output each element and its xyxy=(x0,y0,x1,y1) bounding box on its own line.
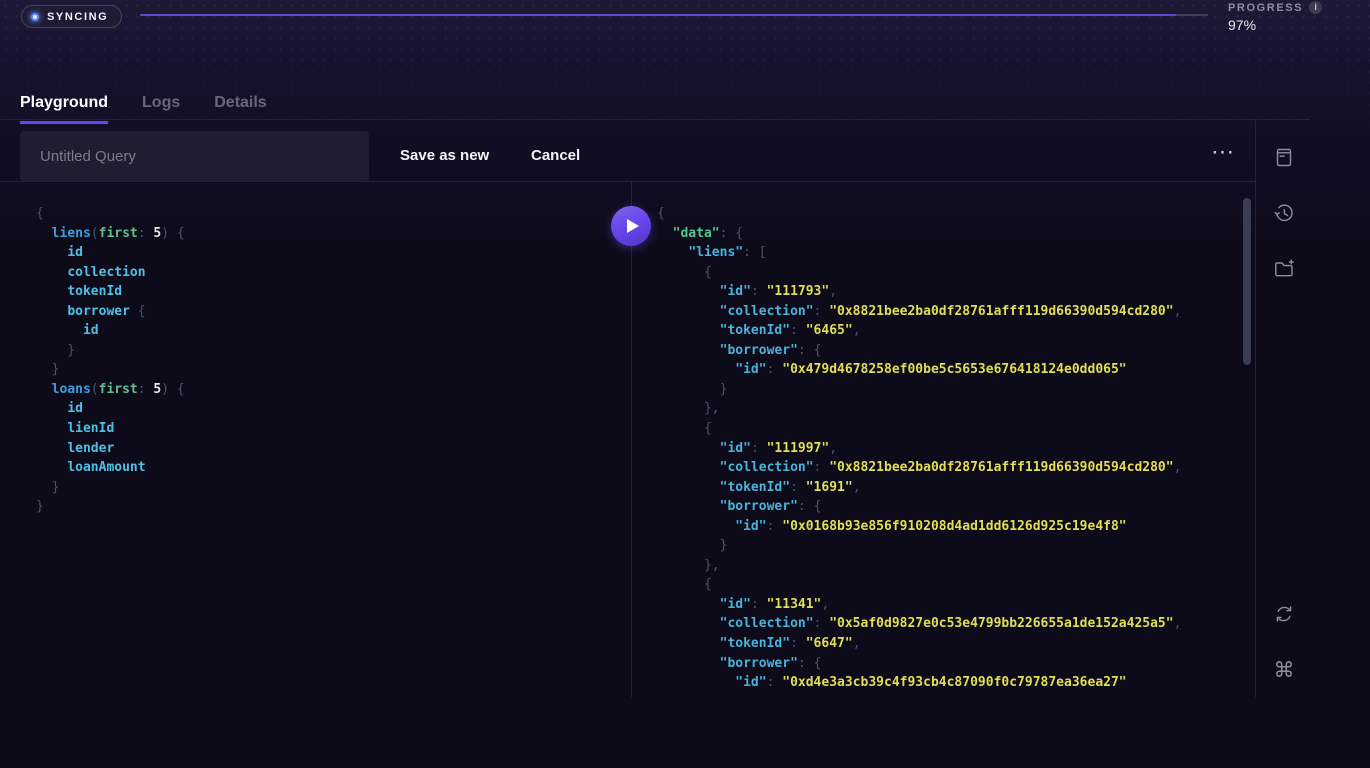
syncing-label: SYNCING xyxy=(47,11,108,23)
code-line: "liens": [ xyxy=(657,243,1243,263)
syncing-status-badge: SYNCING xyxy=(21,5,122,28)
code-line: id xyxy=(36,399,630,419)
code-line: { xyxy=(657,204,1243,224)
code-line: "id": "0x0168b93e856f910208d4ad1dd6126d9… xyxy=(657,517,1243,537)
code-line: "borrower": { xyxy=(657,654,1243,674)
progress-summary: PROGRESS i 97% xyxy=(1228,1,1322,33)
play-icon xyxy=(627,219,639,233)
run-query-button[interactable] xyxy=(611,206,651,246)
new-collection-icon[interactable] xyxy=(1272,257,1296,281)
code-line: "id": "0x479d4678258ef00be5c5653e6764181… xyxy=(657,360,1243,380)
tab-details[interactable]: Details xyxy=(214,94,266,124)
playground-app: SYNCING PROGRESS i 97% Playground Logs D… xyxy=(0,0,1370,768)
code-line: { xyxy=(657,575,1243,595)
code-line: "tokenId": "6647", xyxy=(657,634,1243,654)
code-line: id xyxy=(36,243,630,263)
code-line: } xyxy=(36,360,630,380)
code-line: id xyxy=(36,321,630,341)
keyboard-shortcuts-icon[interactable]: ⌘ xyxy=(1272,658,1296,682)
save-as-new-button[interactable]: Save as new xyxy=(400,147,489,164)
info-icon[interactable]: i xyxy=(1309,1,1322,14)
cancel-button[interactable]: Cancel xyxy=(531,147,580,164)
code-line: "collection": "0x5af0d9827e0c53e4799bb22… xyxy=(657,614,1243,634)
code-line: "borrower": { xyxy=(657,497,1243,517)
code-line: lienId xyxy=(36,419,630,439)
progress-label: PROGRESS xyxy=(1228,2,1303,14)
code-line: "id": "111997", xyxy=(657,439,1243,459)
query-editor[interactable]: { liens(first: 5) { id collection tokenI… xyxy=(0,182,630,697)
results-viewer[interactable]: { "data": { "liens": [ { "id": "111793",… xyxy=(632,182,1243,697)
more-options-button[interactable]: ··· xyxy=(1206,143,1242,163)
query-editor-code: { liens(first: 5) { id collection tokenI… xyxy=(36,204,630,517)
code-line: { xyxy=(36,204,630,224)
code-line: "id": "0xd4e3a3cb39c4f93cb4c87090f0c7978… xyxy=(657,673,1243,693)
code-line: tokenId xyxy=(36,282,630,302)
code-line: } xyxy=(657,380,1243,400)
code-line: } xyxy=(36,497,630,517)
code-line: "collection": "0x8821bee2ba0df28761afff1… xyxy=(657,302,1243,322)
results-scrollbar[interactable] xyxy=(1243,198,1251,365)
code-line: { xyxy=(657,419,1243,439)
code-line: "tokenId": "6465", xyxy=(657,321,1243,341)
code-line: "borrower": { xyxy=(657,341,1243,361)
code-line: }, xyxy=(657,399,1243,419)
code-line: { xyxy=(657,263,1243,283)
refresh-icon[interactable] xyxy=(1272,602,1296,626)
code-line: lender xyxy=(36,439,630,459)
results-code: { "data": { "liens": [ { "id": "111793",… xyxy=(657,204,1243,693)
code-line: } xyxy=(36,341,630,361)
code-line: borrower { xyxy=(36,302,630,322)
code-line: } xyxy=(657,536,1243,556)
background-dot-texture xyxy=(0,0,1370,150)
code-line: }, xyxy=(657,556,1243,576)
syncing-dot-icon xyxy=(31,13,39,21)
code-line: loanAmount xyxy=(36,458,630,478)
tab-logs[interactable]: Logs xyxy=(142,94,180,124)
progress-percentage: 97% xyxy=(1228,17,1322,33)
code-line: "id": "111793", xyxy=(657,282,1243,302)
tab-bar: Playground Logs Details xyxy=(20,94,267,124)
code-line: "data": { xyxy=(657,224,1243,244)
rail-divider xyxy=(1255,119,1256,697)
query-name-input[interactable] xyxy=(20,131,369,181)
sync-progress-bar xyxy=(140,14,1208,16)
code-line: "tokenId": "1691", xyxy=(657,478,1243,498)
code-line: collection xyxy=(36,263,630,283)
tab-playground[interactable]: Playground xyxy=(20,94,108,124)
code-line: liens(first: 5) { xyxy=(36,224,630,244)
code-line: loans(first: 5) { xyxy=(36,380,630,400)
history-icon[interactable] xyxy=(1272,201,1296,225)
saved-queries-icon[interactable] xyxy=(1272,145,1296,169)
code-line: "collection": "0x8821bee2ba0df28761afff1… xyxy=(657,458,1243,478)
code-line: "id": "11341", xyxy=(657,595,1243,615)
code-line: } xyxy=(36,478,630,498)
command-glyph: ⌘ xyxy=(1274,658,1295,682)
sync-progress-fill xyxy=(140,14,1176,16)
